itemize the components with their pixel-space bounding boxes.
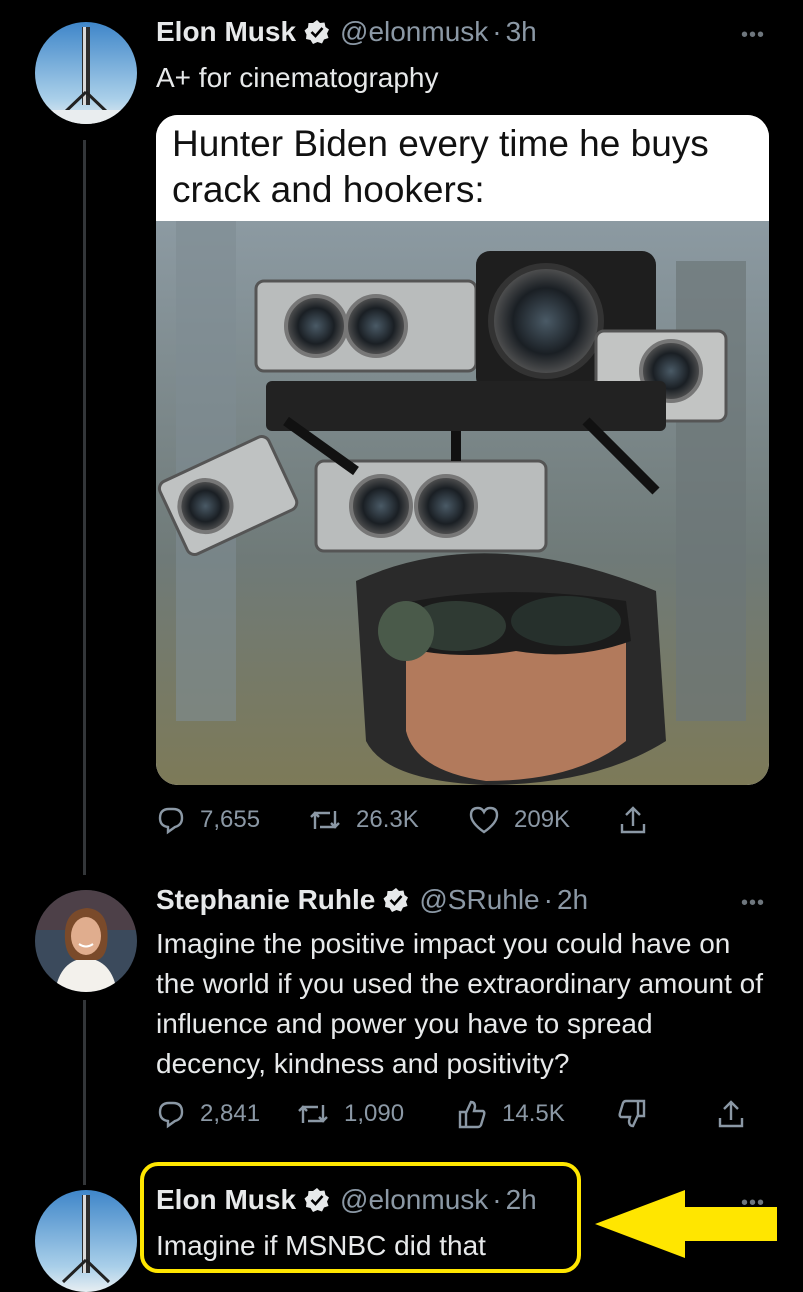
tweet-1-text: A+ for cinematography [156,62,439,93]
retweet-icon [298,1105,328,1123]
dislike-button[interactable] [616,1099,716,1129]
reply-icon [158,1101,184,1129]
avatar-stephanie[interactable] [35,890,137,992]
arrow-pointer [595,1190,777,1258]
thread-line-2 [83,1000,86,1185]
like-count: 209K [514,806,571,833]
retweet-icon [310,811,340,829]
tweet-1-header: Elon Musk @elonmusk · 3h [156,16,537,48]
like-button[interactable]: 14.5K [456,1099,616,1129]
share-button[interactable] [716,1098,760,1130]
dislike-icon [618,1099,646,1128]
tweet-2-header: Stephanie Ruhle @SRuhle · 2h [156,884,588,916]
more-icon[interactable]: ••• [741,24,765,47]
timestamp[interactable]: 2h [557,884,588,916]
thread-line-1 [83,140,86,875]
tweet-2-text: Imagine the positive impact you could ha… [156,928,764,1079]
avatar-elon-2[interactable] [35,1190,137,1292]
verified-icon [304,19,330,45]
meme-photo [156,221,769,785]
like-icon [458,1100,486,1129]
retweet-count: 26.3K [356,806,419,833]
author-handle[interactable]: @SRuhle [419,884,539,916]
author-name[interactable]: Stephanie Ruhle [156,884,375,916]
reply-count: 2,841 [200,1100,261,1127]
verified-icon [383,887,409,913]
timestamp[interactable]: 3h [506,16,537,48]
separator: · [492,16,502,47]
highlight-box [140,1162,581,1273]
reply-count: 7,655 [200,806,261,833]
like-button[interactable]: 209K [468,805,618,835]
share-icon [718,1100,744,1128]
like-count: 14.5K [502,1100,565,1127]
author-handle[interactable]: @elonmusk [340,16,488,48]
reply-button[interactable]: 2,841 [156,1099,296,1129]
more-icon[interactable]: ••• [741,892,765,915]
separator: · [543,884,553,915]
tweet-2-actions: 2,841 1,090 14.5K [156,1098,760,1130]
author-name[interactable]: Elon Musk [156,16,296,48]
tweet-1-media[interactable]: Hunter Biden every time he buys crack an… [156,115,769,785]
retweet-button[interactable]: 26.3K [308,805,468,835]
tweet-1-actions: 7,655 26.3K 209K [156,804,662,836]
retweet-count: 1,090 [344,1100,405,1127]
share-icon [620,806,646,834]
meme-caption: Hunter Biden every time he buys crack an… [156,115,769,221]
reply-button[interactable]: 7,655 [156,805,308,835]
like-icon [469,806,499,834]
reply-icon [158,807,184,835]
avatar-elon-1[interactable] [35,22,137,124]
share-button[interactable] [618,804,662,836]
retweet-button[interactable]: 1,090 [296,1099,456,1129]
